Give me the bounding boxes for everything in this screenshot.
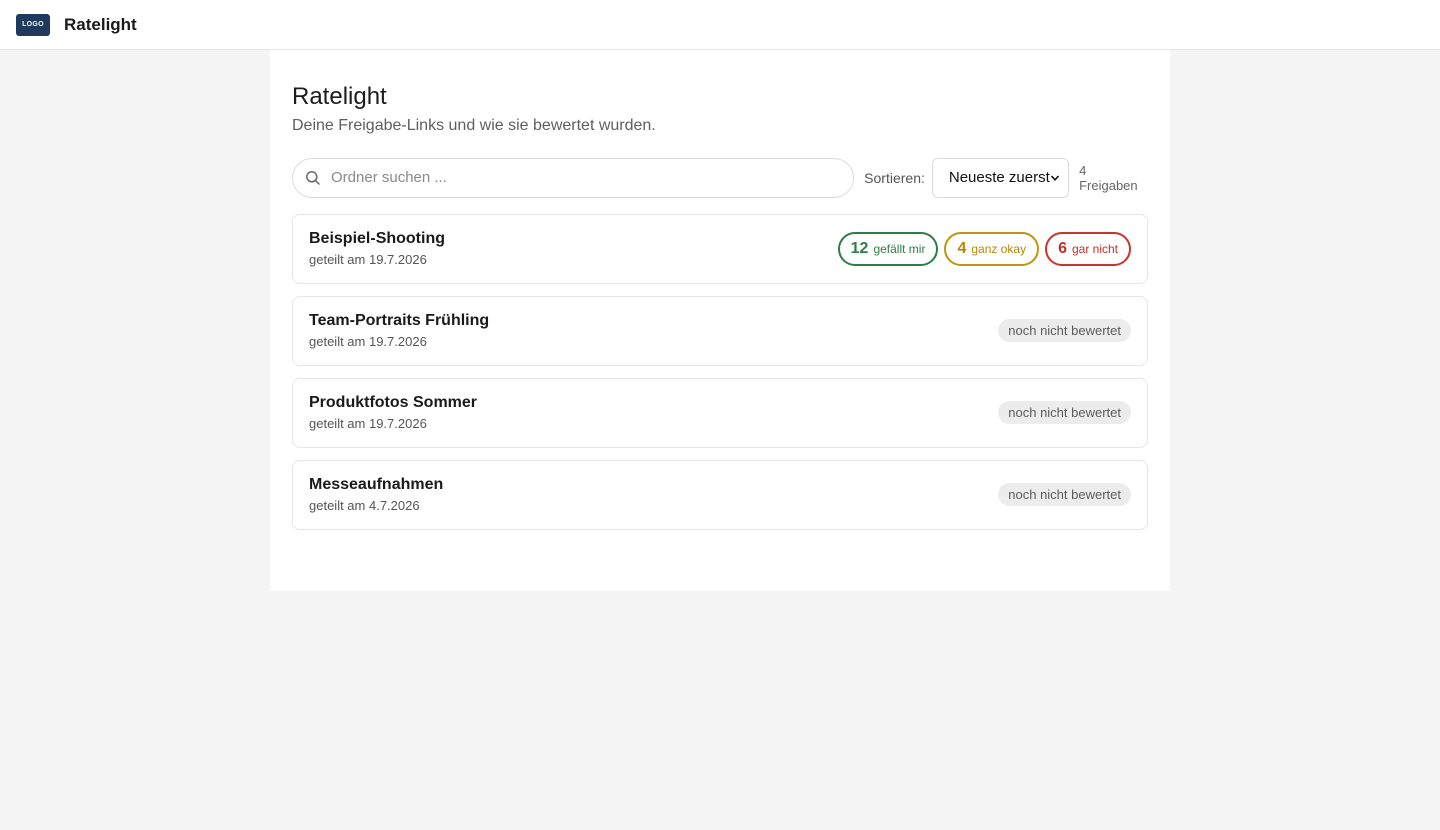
share-date: geteilt am 19.7.2026	[309, 252, 427, 268]
share-date: geteilt am 4.7.2026	[309, 498, 420, 514]
chevron-down-icon	[1050, 173, 1060, 183]
sort-select[interactable]: Neueste zuerst	[931, 157, 1070, 198]
rating-okay-count: 4	[957, 239, 967, 257]
share-info: Messeaufnahmen geteilt am 4.7.2026	[309, 476, 443, 513]
share-card[interactable]: Produktfotos Sommer geteilt am 19.7.2026…	[292, 377, 1148, 448]
search-icon	[305, 170, 321, 186]
share-title[interactable]: Produktfotos Sommer	[309, 394, 477, 412]
share-card[interactable]: Messeaufnahmen geteilt am 4.7.2026 noch …	[292, 459, 1148, 530]
unrated-badge: noch nicht bewertet	[998, 483, 1131, 507]
rating-like-label: gefällt mir	[873, 241, 926, 256]
rating-badges: 12 gefällt mir 4 ganz okay 6 gar nicht	[837, 231, 1131, 266]
page-subtitle: Deine Freigabe-Links und wie sie bewerte…	[292, 116, 656, 134]
search-input[interactable]	[331, 169, 831, 187]
app-name[interactable]: Ratelight	[64, 15, 137, 35]
share-info: Team-Portraits Frühling geteilt am 19.7.…	[309, 312, 489, 349]
share-card[interactable]: Beispiel-Shooting geteilt am 19.7.2026 1…	[292, 213, 1148, 284]
sort-select-value: Neueste zuerst	[948, 169, 1050, 187]
toolbar: Sortieren: Neueste zuerst 4 Freigaben	[292, 157, 1148, 198]
page-title: Ratelight	[292, 83, 387, 110]
share-title[interactable]: Beispiel-Shooting	[309, 230, 445, 248]
share-info: Produktfotos Sommer geteilt am 19.7.2026	[309, 394, 477, 431]
unrated-badge: noch nicht bewertet	[998, 319, 1131, 343]
rating-no-badge: 6 gar nicht	[1045, 231, 1131, 266]
share-count: 4 Freigaben	[1079, 162, 1138, 193]
rating-like-count: 12	[850, 239, 869, 257]
top-bar: LOGO Ratelight	[0, 0, 1440, 50]
search-box[interactable]	[292, 157, 855, 198]
rating-no-count: 6	[1058, 239, 1067, 257]
share-info: Beispiel-Shooting geteilt am 19.7.2026	[309, 230, 445, 267]
rating-okay-badge: 4 ganz okay	[944, 231, 1040, 266]
main-panel: Ratelight Deine Freigabe-Links und wie s…	[270, 50, 1170, 591]
share-date: geteilt am 19.7.2026	[309, 416, 427, 432]
sort-label: Sortieren:	[864, 169, 925, 186]
share-title[interactable]: Team-Portraits Frühling	[309, 312, 489, 330]
rating-like-badge: 12 gefällt mir	[837, 231, 939, 266]
rating-okay-label: ganz okay	[971, 241, 1027, 256]
rating-no-label: gar nicht	[1071, 241, 1118, 256]
share-title[interactable]: Messeaufnahmen	[309, 476, 443, 494]
unrated-badge: noch nicht bewertet	[998, 401, 1131, 425]
share-date: geteilt am 19.7.2026	[309, 334, 427, 350]
logo[interactable]: LOGO	[16, 13, 50, 36]
share-card[interactable]: Team-Portraits Frühling geteilt am 19.7.…	[292, 295, 1148, 366]
share-list: Beispiel-Shooting geteilt am 19.7.2026 1…	[292, 213, 1148, 530]
